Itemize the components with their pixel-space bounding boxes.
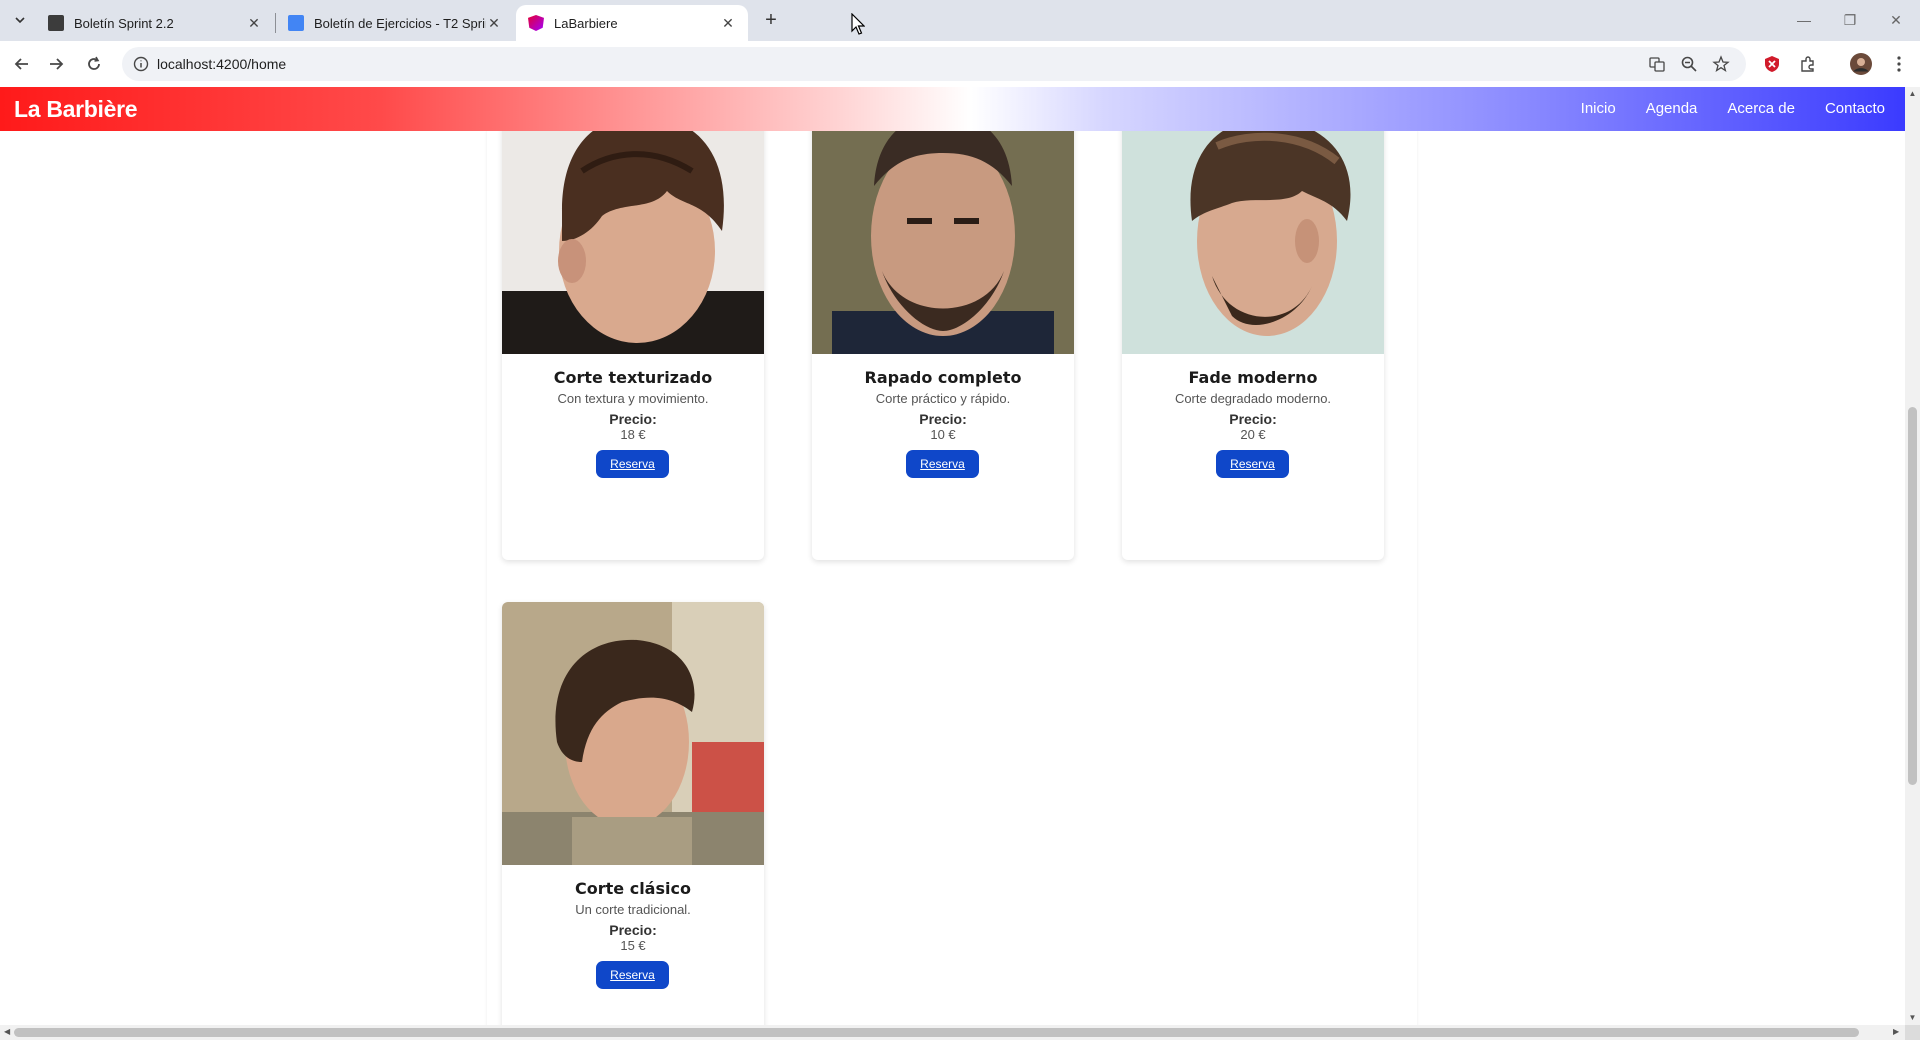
service-name: Corte clásico	[575, 879, 691, 898]
nav-link-contacto[interactable]: Contacto	[1825, 100, 1885, 117]
doc-person-icon	[48, 15, 64, 31]
service-card: Corte clásico Un corte tradicional. Prec…	[502, 602, 764, 1025]
site-brand[interactable]: La Barbière	[14, 96, 138, 123]
browser-menu-icon[interactable]	[1888, 53, 1910, 75]
google-docs-icon	[288, 15, 304, 31]
service-card: Fade moderno Corte degradado moderno. Pr…	[1122, 91, 1384, 560]
forward-icon[interactable]	[42, 50, 70, 78]
bookmark-star-icon[interactable]	[1712, 55, 1730, 73]
horizontal-scroll-thumb[interactable]	[14, 1028, 1859, 1037]
zoom-icon[interactable]	[1680, 55, 1698, 73]
price-label: Precio:	[919, 411, 967, 427]
extensions-puzzle-icon[interactable]	[1797, 53, 1819, 75]
browser-toolbar: localhost:4200/home	[0, 41, 1920, 87]
price-value: 10 €	[930, 427, 956, 442]
minimize-icon[interactable]: —	[1781, 0, 1827, 40]
scroll-right-icon[interactable]: ▶	[1893, 1027, 1899, 1036]
tab-title: Boletín Sprint 2.2	[74, 15, 174, 31]
close-tab-icon[interactable]: ✕	[486, 15, 502, 31]
scroll-left-icon[interactable]: ◀	[4, 1027, 10, 1036]
nav-link-inicio[interactable]: Inicio	[1581, 100, 1616, 117]
tab-boletin-sprint[interactable]: Boletín Sprint 2.2 ✕	[36, 5, 274, 41]
new-tab-button[interactable]: +	[758, 8, 784, 34]
browser-tab-strip: Boletín Sprint 2.2 ✕ Boletín de Ejercici…	[0, 0, 1920, 41]
scroll-down-icon[interactable]: ▼	[1908, 1013, 1917, 1022]
service-card: Corte texturizado Con textura y movimien…	[502, 91, 764, 560]
mouse-cursor-icon	[851, 13, 865, 35]
profile-avatar[interactable]	[1850, 53, 1872, 75]
scrollbar-corner	[1905, 1025, 1920, 1040]
service-description: Un corte tradicional.	[575, 902, 691, 917]
service-description: Con textura y movimiento.	[557, 391, 709, 406]
price-value: 15 €	[620, 938, 646, 953]
address-bar[interactable]: localhost:4200/home	[122, 47, 1746, 81]
site-info-icon[interactable]	[132, 55, 150, 73]
nav-link-acerca[interactable]: Acerca de	[1727, 100, 1795, 117]
vertical-scroll-thumb[interactable]	[1908, 407, 1917, 785]
tab-title: Boletín de Ejercicios - T2 Sprint	[314, 15, 486, 31]
price-label: Precio:	[1229, 411, 1277, 427]
service-name: Rapado completo	[864, 368, 1022, 387]
nav-links: Inicio Agenda Acerca de Contacto	[1581, 100, 1885, 117]
reserve-button[interactable]: Reserva	[596, 961, 669, 989]
reload-icon[interactable]	[80, 50, 108, 78]
price-label: Precio:	[609, 922, 657, 938]
service-name: Fade moderno	[1188, 368, 1318, 387]
service-description: Corte práctico y rápido.	[875, 391, 1011, 406]
vertical-scrollbar[interactable]: ▲ ▼	[1905, 87, 1920, 1025]
back-icon[interactable]	[8, 50, 36, 78]
nav-link-agenda[interactable]: Agenda	[1646, 100, 1698, 117]
tab-search-chevron-icon[interactable]	[8, 8, 32, 32]
service-name: Corte texturizado	[553, 368, 713, 387]
tab-boletin-ejercicios[interactable]: Boletín de Ejercicios - T2 Sprint ✕	[276, 5, 514, 41]
tab-labarbiere[interactable]: LaBarbiere ✕	[516, 5, 748, 41]
close-tab-icon[interactable]: ✕	[246, 15, 262, 31]
close-tab-icon[interactable]: ✕	[720, 15, 736, 31]
restore-icon[interactable]: ❐	[1827, 0, 1873, 40]
site-navbar: La Barbière Inicio Agenda Acerca de Cont…	[0, 87, 1905, 131]
price-label: Precio:	[609, 411, 657, 427]
reserve-button[interactable]: Reserva	[596, 450, 669, 478]
url-text[interactable]: localhost:4200/home	[157, 56, 286, 72]
horizontal-scrollbar[interactable]: ◀ ▶	[0, 1025, 1905, 1040]
angular-icon	[528, 15, 544, 31]
adblock-shield-icon[interactable]	[1761, 53, 1783, 75]
page-viewport: La Barbière Inicio Agenda Acerca de Cont…	[0, 87, 1905, 1025]
services-container: Corte texturizado Con textura y movimien…	[487, 91, 1417, 1025]
price-value: 18 €	[620, 427, 646, 442]
translate-icon[interactable]	[1648, 55, 1666, 73]
reserve-button[interactable]: Reserva	[1216, 450, 1289, 478]
scroll-up-icon[interactable]: ▲	[1908, 89, 1917, 98]
price-value: 20 €	[1240, 427, 1266, 442]
close-window-icon[interactable]: ✕	[1873, 0, 1919, 40]
service-description: Corte degradado moderno.	[1174, 391, 1332, 406]
tab-title: LaBarbiere	[554, 15, 618, 31]
reserve-button[interactable]: Reserva	[906, 450, 979, 478]
service-photo-clasico	[502, 602, 764, 865]
service-card: Rapado completo Corte práctico y rápido.…	[812, 91, 1074, 560]
